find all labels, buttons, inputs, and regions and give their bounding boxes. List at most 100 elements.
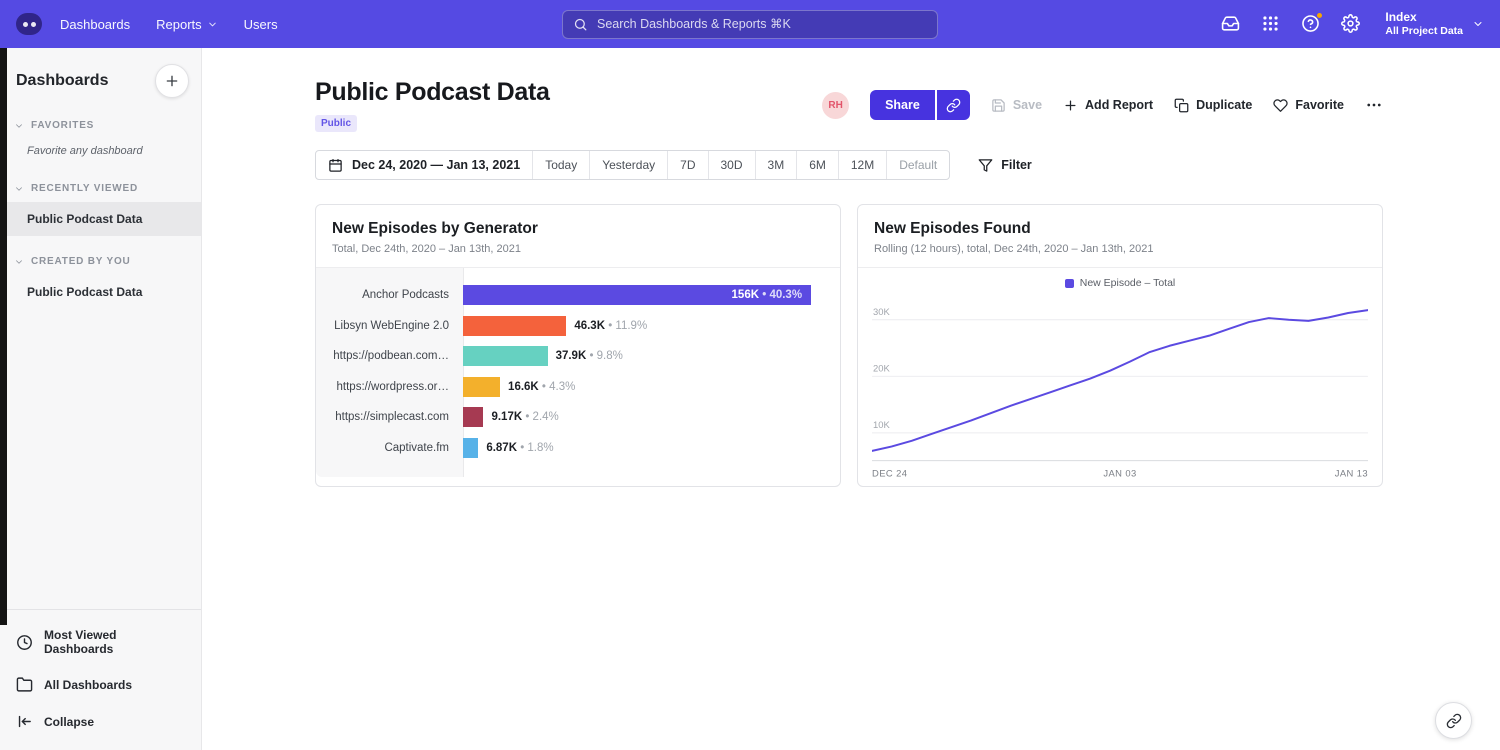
sidebar-footer-most-viewed-dashboards[interactable]: Most Viewed Dashboards: [0, 618, 201, 666]
bar-track: 46.3K • 11.9%: [463, 316, 820, 336]
sidebar-footer-collapse[interactable]: Collapse: [0, 703, 201, 740]
bar[interactable]: [463, 346, 548, 366]
share-split-button: Share: [870, 90, 970, 120]
chart-title: New Episodes Found: [874, 220, 1366, 238]
help-button[interactable]: [1301, 14, 1320, 33]
sidebar-footer-all-dashboards[interactable]: All Dashboards: [0, 666, 201, 703]
chevron-down-icon: [1472, 18, 1484, 30]
date-preset-30d[interactable]: 30D: [708, 151, 755, 179]
bar[interactable]: 156K • 40.3%: [463, 285, 811, 305]
sidebar-section-toggle[interactable]: FAVORITES: [0, 106, 201, 139]
line-chart-body: New Episode – Total 10K20K30KDEC 24JAN 0…: [858, 268, 1382, 486]
bar-value-label: 9.17K • 2.4%: [491, 411, 558, 423]
global-search[interactable]: [562, 10, 938, 39]
search-icon: [573, 17, 588, 32]
line-chart-card: New Episodes Found Rolling (12 hours), t…: [857, 204, 1383, 487]
date-preset-12m[interactable]: 12M: [838, 151, 886, 179]
sidebar-item-public-podcast-data[interactable]: Public Podcast Data: [0, 202, 201, 236]
link-icon: [946, 98, 961, 113]
sidebar-footer-label: All Dashboards: [44, 678, 132, 692]
bar-category-label: https://podbean.com…: [316, 350, 463, 362]
search-input[interactable]: [597, 17, 927, 31]
date-preset-6m[interactable]: 6M: [796, 151, 838, 179]
line-chart: 10K20K30KDEC 24JAN 03JAN 13: [872, 292, 1368, 482]
share-link-button[interactable]: [935, 90, 970, 120]
date-preset-today[interactable]: Today: [532, 151, 589, 179]
bar-value-label: 6.87K • 1.8%: [486, 442, 553, 454]
chart-title: New Episodes by Generator: [332, 220, 824, 238]
legend-swatch: [1065, 279, 1074, 288]
date-toolbar: Dec 24, 2020 — Jan 13, 2021 TodayYesterd…: [315, 150, 1383, 180]
favorite-button[interactable]: Favorite: [1273, 98, 1344, 113]
date-preset-3m[interactable]: 3M: [755, 151, 797, 179]
page-title: Public Podcast Data: [315, 78, 550, 107]
sidebar-section-toggle[interactable]: CREATED BY YOU: [0, 242, 201, 275]
page-header: Public Podcast Data Public RH Share Save: [315, 78, 1383, 132]
heart-icon: [1273, 98, 1288, 113]
settings-button[interactable]: [1341, 14, 1360, 33]
more-options-button[interactable]: [1365, 96, 1383, 114]
sidebar-section-label: CREATED BY YOU: [31, 256, 131, 267]
notification-dot: [1316, 12, 1323, 19]
bar[interactable]: [463, 438, 478, 458]
bar[interactable]: [463, 316, 566, 336]
nav-item-dashboards[interactable]: Dashboards: [60, 17, 130, 32]
sidebar-footer: Most Viewed Dashboards All Dashboards Coll…: [0, 609, 201, 750]
floating-link-button[interactable]: [1435, 702, 1472, 739]
share-button[interactable]: Share: [870, 90, 935, 120]
filter-button[interactable]: Filter: [978, 158, 1032, 173]
legend-label: New Episode – Total: [1080, 277, 1176, 289]
bar-value-label: 46.3K • 11.9%: [574, 320, 647, 332]
apps-grid-button[interactable]: [1261, 14, 1280, 33]
bar[interactable]: [463, 377, 500, 397]
sidebar-section-toggle[interactable]: RECENTLY VIEWED: [0, 169, 201, 202]
sidebar-item-public-podcast-data[interactable]: Public Podcast Data: [0, 275, 201, 309]
chevron-down-icon: [14, 121, 24, 131]
nav-item-label: Dashboards: [60, 17, 130, 32]
duplicate-label: Duplicate: [1196, 98, 1252, 112]
sidebar-empty-hint: Favorite any dashboard: [0, 139, 201, 163]
bar-track: 16.6K • 4.3%: [463, 377, 820, 397]
bar[interactable]: [463, 407, 483, 427]
bar-track: 6.87K • 1.8%: [463, 438, 820, 458]
svg-text:10K: 10K: [873, 419, 890, 430]
bar-row: Captivate.fm6.87K • 1.8%: [316, 433, 820, 464]
save-button[interactable]: Save: [991, 98, 1042, 113]
date-preset-default[interactable]: Default: [886, 151, 949, 179]
date-range-control: Dec 24, 2020 — Jan 13, 2021 TodayYesterd…: [315, 150, 950, 180]
sidebar-footer-label: Collapse: [44, 715, 94, 729]
app-logo[interactable]: [16, 13, 42, 35]
inbox-icon: [1221, 14, 1240, 33]
bar-category-label: Libsyn WebEngine 2.0: [316, 320, 463, 332]
project-selector[interactable]: IndexAll Project Data: [1385, 10, 1484, 38]
left-edge-strip: [0, 48, 7, 625]
inbox-button[interactable]: [1221, 14, 1240, 33]
nav-item-reports[interactable]: Reports: [156, 17, 218, 32]
card-header: New Episodes Found Rolling (12 hours), t…: [858, 205, 1382, 268]
bar-chart: Anchor Podcasts156K • 40.3%Libsyn WebEng…: [316, 268, 840, 477]
bar-row: Anchor Podcasts156K • 40.3%: [316, 280, 820, 311]
bar-row: https://simplecast.com9.17K • 2.4%: [316, 402, 820, 433]
avatar[interactable]: RH: [822, 92, 849, 119]
date-preset-7d[interactable]: 7D: [667, 151, 707, 179]
duplicate-button[interactable]: Duplicate: [1174, 98, 1252, 113]
date-range-button[interactable]: Dec 24, 2020 — Jan 13, 2021: [316, 151, 532, 179]
create-dashboard-button[interactable]: [155, 64, 189, 98]
bar-value-label: 37.9K • 9.8%: [556, 350, 623, 362]
plus-icon: [164, 73, 180, 89]
bar-value-label: 156K • 40.3%: [732, 289, 812, 301]
bar-row: Libsyn WebEngine 2.0 46.3K • 11.9%: [316, 311, 820, 342]
nav-item-label: Users: [244, 17, 278, 32]
add-report-button[interactable]: Add Report: [1063, 98, 1153, 113]
app-window: Dashboards Reports Users IndexAll Project …: [0, 0, 1500, 750]
chevron-down-icon: [14, 257, 24, 267]
settings-icon: [1341, 14, 1360, 33]
report-cards: New Episodes by Generator Total, Dec 24t…: [315, 204, 1383, 487]
sidebar-footer-label: Most Viewed Dashboards: [44, 628, 185, 656]
bar-track: 156K • 40.3%: [463, 285, 820, 305]
sidebar: Dashboards FAVORITESFavorite any dashboa…: [0, 48, 202, 750]
nav-item-users[interactable]: Users: [244, 17, 278, 32]
sidebar-section-created-by-you: CREATED BY YOU Public Podcast Data: [0, 242, 201, 309]
date-preset-yesterday[interactable]: Yesterday: [589, 151, 667, 179]
sidebar-section-label: FAVORITES: [31, 120, 94, 131]
